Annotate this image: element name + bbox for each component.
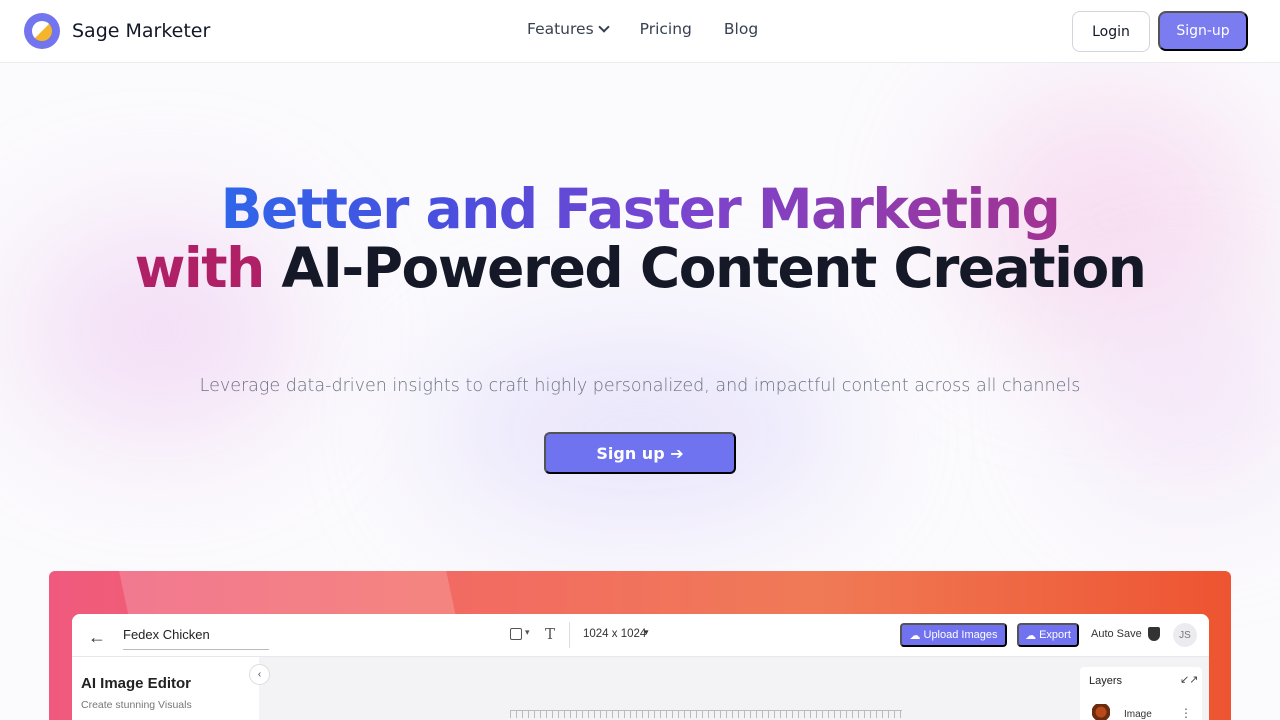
nav-item-features[interactable]: Features [527, 20, 610, 38]
brand[interactable]: Sage Marketer [24, 13, 210, 49]
hero-signup-button[interactable]: Sign up ➔ [544, 432, 736, 474]
hero-title-part1: Better and Faster Marketing [220, 177, 1061, 241]
editor-side-panel: AI Image Editor Create stunning Visuals [72, 657, 259, 720]
shield-icon [1148, 627, 1160, 641]
document-name-field[interactable]: Fedex Chicken [123, 627, 269, 650]
upload-label: Upload Images [923, 629, 998, 641]
back-arrow-icon[interactable]: ← [88, 627, 106, 648]
canvas-ruler [510, 710, 902, 718]
brand-name: Sage Marketer [72, 20, 211, 42]
nav-item-pricing[interactable]: Pricing [640, 20, 692, 38]
nav-label: Features [527, 20, 594, 38]
nav-item-blog[interactable]: Blog [724, 20, 758, 38]
main-nav: Features Pricing Blog [527, 20, 758, 38]
upload-images-button[interactable]: ☁ Upload Images [900, 623, 1007, 647]
chevron-down-icon[interactable]: ▾ [644, 627, 649, 638]
chevron-down-icon [597, 20, 610, 33]
canvas-size-select[interactable]: 1024 x 1024 [583, 628, 646, 640]
text-tool-icon[interactable]: T [545, 625, 555, 643]
hero-title-part2: with [134, 236, 266, 300]
more-options-icon[interactable]: ⋮ [1180, 706, 1192, 720]
shape-tool-icon[interactable] [510, 628, 522, 640]
hero-title: Better and Faster Marketing with AI-Powe… [0, 180, 1280, 298]
layers-title: Layers [1089, 675, 1123, 687]
panel-title: AI Image Editor [81, 675, 192, 692]
collapse-icon[interactable]: ↙↗ [1180, 673, 1198, 686]
layers-panel: Layers ↙↗ Image ⋮ [1080, 667, 1202, 720]
avatar[interactable]: JS [1173, 623, 1197, 647]
editor-toolbar: ← Fedex Chicken ▾ T 1024 x 1024 ▾ ☁ Uplo… [72, 614, 1209, 657]
app-preview: ← Fedex Chicken ▾ T 1024 x 1024 ▾ ☁ Uplo… [72, 614, 1209, 720]
export-button[interactable]: ☁ Export [1017, 623, 1079, 647]
login-button[interactable]: Login [1072, 11, 1150, 52]
background-blob [430, 330, 850, 530]
chevron-down-icon[interactable]: ▾ [525, 627, 530, 638]
layer-thumbnail [1092, 704, 1110, 720]
export-label: Export [1039, 629, 1071, 641]
signup-button[interactable]: Sign-up [1158, 11, 1248, 51]
cloud-download-icon: ☁ [1025, 629, 1037, 642]
toolbar-divider [569, 622, 570, 648]
auto-save-label: Auto Save [1091, 628, 1142, 640]
site-header: Sage Marketer Features Pricing Blog Logi… [0, 0, 1280, 63]
hero-title-part3: AI-Powered Content Creation [281, 236, 1147, 300]
hero-subtitle: Leverage data-driven insights to craft h… [199, 376, 1081, 396]
layer-label[interactable]: Image [1124, 709, 1152, 720]
collapse-panel-button[interactable]: ‹ [249, 664, 270, 685]
logo-icon [24, 13, 60, 49]
cloud-upload-icon: ☁ [909, 629, 921, 642]
panel-subtitle: Create stunning Visuals [81, 699, 192, 711]
background-blob [1080, 300, 1280, 500]
